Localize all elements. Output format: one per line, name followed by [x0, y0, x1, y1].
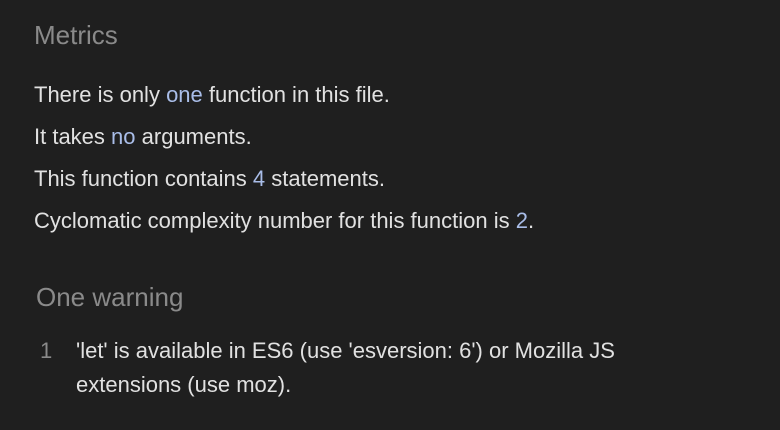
metrics-list: There is only one function in this file.… [34, 74, 534, 242]
metrics-argument-count: It takes no arguments. [34, 116, 534, 158]
metrics-text: function in this file. [202, 82, 390, 107]
metrics-statement-count: This function contains 4 statements. [34, 158, 534, 200]
metrics-heading: Metrics [34, 20, 118, 50]
metrics-text: . [527, 208, 535, 233]
metrics-cyclomatic-complexity: Cyclomatic complexity number for this fu… [34, 200, 534, 242]
warning-line-number[interactable]: 1 [36, 334, 76, 402]
metrics-function-count: There is only one function in this file. [34, 74, 534, 116]
metrics-text: This function contains [34, 166, 253, 191]
metrics-text: There is only [34, 82, 167, 107]
warning-message: 'let' is available in ES6 (use 'esversio… [76, 334, 716, 402]
metrics-value: no [111, 124, 136, 149]
metrics-text: statements. [265, 166, 385, 191]
metrics-value: one [166, 82, 203, 107]
metrics-text: Cyclomatic complexity number for this fu… [34, 208, 516, 233]
warnings-heading: One warning [36, 282, 184, 312]
metrics-panel: Metrics There is only one function in th… [0, 0, 780, 430]
metrics-value: 4 [252, 166, 266, 191]
warning-message-line: 'let' is available in ES6 (use 'esversio… [76, 338, 615, 363]
warning-message-line: extensions (use moz). [76, 372, 292, 397]
metrics-text: It takes [34, 124, 112, 149]
metrics-text: arguments. [135, 124, 252, 149]
warning-item[interactable]: 1 'let' is available in ES6 (use 'esvers… [36, 334, 736, 402]
metrics-value: 2 [515, 208, 528, 233]
